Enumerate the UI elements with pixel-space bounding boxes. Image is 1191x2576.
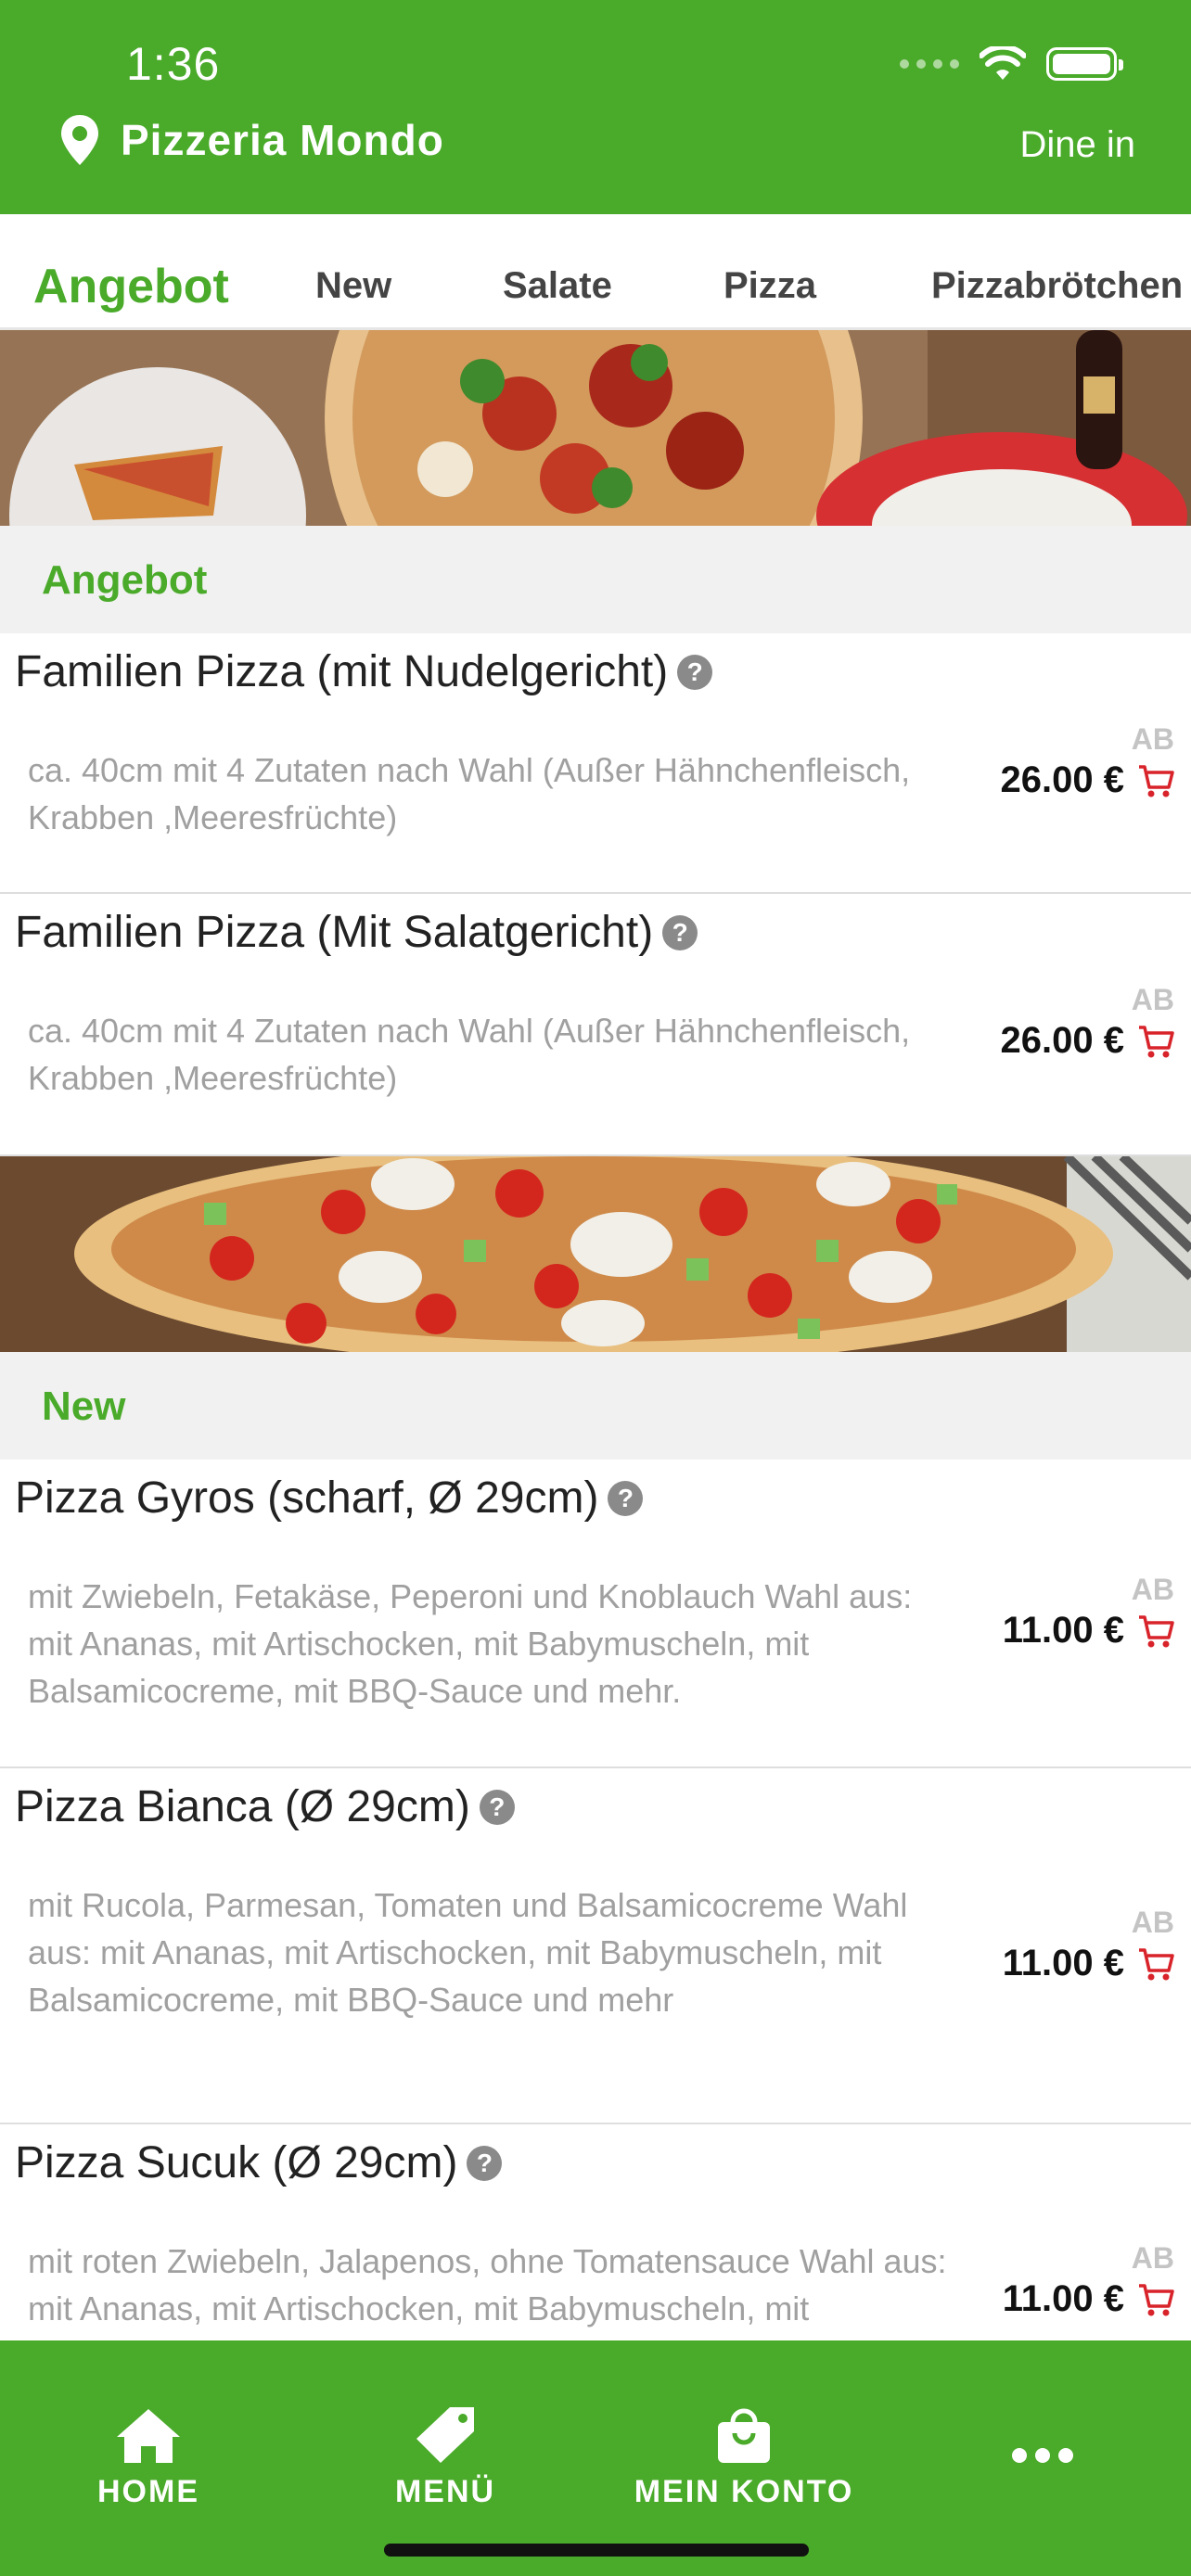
item-price: 11.00 €	[1002, 2278, 1124, 2319]
nav-label: MEIN KONTO	[634, 2474, 854, 2509]
nav-menu[interactable]: MENÜ	[382, 2405, 508, 2510]
bottom-navigation: HOME MENÜ MEIN KONTO	[0, 2340, 1191, 2576]
price-row: 11.00 €	[1003, 1610, 1174, 1651]
item-name: Pizza Sucuk (Ø 29cm)	[15, 2138, 458, 2187]
location-pin-icon	[61, 115, 98, 165]
status-icons	[900, 46, 1123, 82]
item-title: Pizza Gyros (scharf, Ø 29cm) ?	[15, 1473, 644, 1524]
battery-icon	[1046, 47, 1123, 81]
nav-label: MENÜ	[394, 2474, 496, 2509]
item-price: 26.00 €	[1000, 759, 1124, 800]
price-row: 11.00 €	[1003, 2278, 1174, 2320]
price-row: 26.00 €	[1001, 759, 1174, 801]
item-description: mit Rucola, Parmesan, Tomaten und Balsam…	[28, 1886, 908, 2019]
item-price: 26.00 €	[1000, 1020, 1124, 1061]
nav-label: HOME	[97, 2474, 199, 2509]
bag-icon	[718, 2408, 770, 2463]
price-prefix: AB	[1131, 2241, 1174, 2275]
add-to-cart-icon[interactable]	[1137, 1613, 1174, 1649]
tab-angebot[interactable]: Angebot	[33, 259, 229, 314]
section-header-new: New	[0, 1352, 1191, 1460]
more-icon	[1012, 2448, 1073, 2463]
price-row: 26.00 €	[1001, 1020, 1174, 1062]
help-icon[interactable]: ?	[608, 1480, 644, 1516]
menu-item[interactable]: Pizza Gyros (scharf, Ø 29cm) ? mit Zwieb…	[0, 1460, 1191, 1768]
menu-item[interactable]: Familien Pizza (Mit Salatgericht) ? ca. …	[0, 894, 1191, 1156]
section-title: Angebot	[42, 557, 208, 603]
item-title: Pizza Bianca (Ø 29cm) ?	[15, 1781, 515, 1832]
tab-pizza[interactable]: Pizza	[724, 265, 816, 307]
add-to-cart-icon[interactable]	[1137, 1024, 1174, 1059]
item-price: 11.00 €	[1002, 1610, 1124, 1651]
item-description: mit Zwiebeln, Fetakäse, Peperoni und Kno…	[28, 1577, 913, 1710]
cellular-signal-icon	[900, 59, 959, 69]
store-selector[interactable]: Pizzeria Mondo	[59, 113, 444, 167]
item-name: Pizza Bianca (Ø 29cm)	[15, 1782, 470, 1831]
banner-image-new	[0, 1156, 1191, 1352]
item-price: 11.00 €	[1002, 1943, 1124, 1983]
item-title: Familien Pizza (mit Nudelgericht) ?	[15, 646, 713, 697]
home-icon	[117, 2409, 180, 2463]
price-prefix: AB	[1131, 1573, 1174, 1606]
price-prefix: AB	[1131, 1906, 1174, 1939]
banner-image-angebot	[0, 330, 1191, 526]
item-description: ca. 40cm mit 4 Zutaten nach Wahl (Außer …	[28, 751, 911, 836]
section-header-angebot: Angebot	[0, 526, 1191, 633]
help-icon[interactable]: ?	[662, 914, 698, 950]
price-prefix: AB	[1131, 983, 1174, 1016]
item-title: Familien Pizza (Mit Salatgericht) ?	[15, 907, 698, 958]
add-to-cart-icon[interactable]	[1137, 1946, 1174, 1982]
item-name: Pizza Gyros (scharf, Ø 29cm)	[15, 1473, 599, 1523]
help-icon[interactable]: ?	[677, 654, 713, 690]
nav-account[interactable]: MEIN KONTO	[631, 2405, 857, 2510]
add-to-cart-icon[interactable]	[1137, 763, 1174, 798]
nav-home[interactable]: HOME	[85, 2405, 211, 2510]
tab-salate[interactable]: Salate	[503, 265, 612, 307]
price-row: 11.00 €	[1003, 1943, 1174, 1984]
help-icon[interactable]: ?	[479, 1789, 515, 1825]
item-name: Familien Pizza (Mit Salatgericht)	[15, 908, 654, 957]
section-title: New	[42, 1384, 126, 1429]
add-to-cart-icon[interactable]	[1137, 2282, 1174, 2317]
menu-item[interactable]: Familien Pizza (mit Nudelgericht) ? ca. …	[0, 633, 1191, 894]
order-mode-button[interactable]: Dine in	[1019, 124, 1135, 166]
item-description: mit roten Zwiebeln, Jalapenos, ohne Toma…	[28, 2242, 947, 2327]
wifi-icon	[980, 46, 1026, 80]
item-name: Familien Pizza (mit Nudelgericht)	[15, 647, 669, 696]
tag-icon	[416, 2407, 474, 2463]
status-time: 1:36	[126, 38, 221, 90]
nav-more[interactable]	[983, 2446, 1102, 2465]
app-header: 1:36 Pizzeria Mondo Dine in	[0, 0, 1191, 214]
store-name: Pizzeria Mondo	[121, 116, 444, 164]
item-description: ca. 40cm mit 4 Zutaten nach Wahl (Außer …	[28, 1012, 911, 1097]
tab-new[interactable]: New	[315, 265, 391, 307]
price-prefix: AB	[1131, 722, 1174, 756]
category-tabs: Angebot New Salate Pizza Pizzabrötchen	[0, 214, 1191, 330]
menu-item[interactable]: Pizza Bianca (Ø 29cm) ? mit Rucola, Parm…	[0, 1768, 1191, 2124]
help-icon[interactable]: ?	[467, 2145, 503, 2181]
home-indicator	[384, 2544, 809, 2557]
tab-pizzabroetchen[interactable]: Pizzabrötchen	[931, 265, 1183, 307]
item-title: Pizza Sucuk (Ø 29cm) ?	[15, 2137, 503, 2188]
